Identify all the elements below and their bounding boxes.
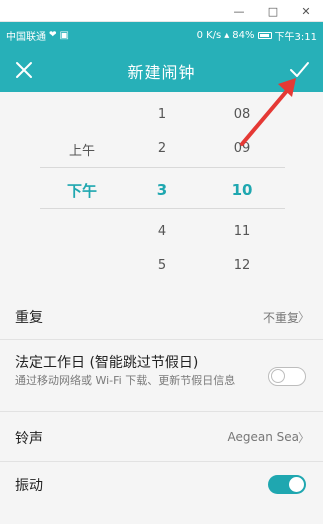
window-titlebar: — □ ✕ <box>0 0 323 22</box>
window-close-button[interactable]: ✕ <box>289 3 323 19</box>
chevron-right-icon: 〉 <box>297 431 310 445</box>
heart-icon: ❤ <box>49 30 57 40</box>
toggle-knob <box>289 477 304 492</box>
ringtone-value: Aegean Sea <box>227 430 299 444</box>
hour-option[interactable]: 2 <box>132 141 192 156</box>
minimize-button[interactable]: — <box>222 3 256 19</box>
minute-option[interactable]: 11 <box>212 224 272 239</box>
app-screen: — □ ✕ 中国联通 ❤ ▣ 0 K/s ▴ 84% 下午3:11 新建闹钟 上… <box>0 0 323 524</box>
battery-percent: 84% <box>232 29 255 41</box>
workday-label: 法定工作日 (智能跳过节假日) <box>15 355 199 371</box>
settings-list: 重复 不重复 〉 法定工作日 (智能跳过节假日) 通过移动网络或 Wi-Fi 下… <box>0 292 323 508</box>
status-bar: 中国联通 ❤ ▣ 0 K/s ▴ 84% 下午3:11 <box>0 22 323 48</box>
hour-selected[interactable]: 3 <box>132 181 192 199</box>
signal-icon: ▴ <box>224 29 230 41</box>
workday-subtitle: 通过移动网络或 Wi-Fi 下载、更新节假日信息 <box>15 374 236 387</box>
hour-option[interactable]: 5 <box>132 258 192 273</box>
battery-icon <box>257 31 272 39</box>
vibrate-row[interactable]: 振动 <box>0 462 323 508</box>
repeat-label: 重复 <box>15 310 43 326</box>
chevron-right-icon: 〉 <box>297 310 310 324</box>
ringtone-row[interactable]: 铃声 Aegean Sea 〉 <box>0 412 323 462</box>
workday-toggle[interactable] <box>268 367 306 386</box>
ampm-selected[interactable]: 下午 <box>52 180 112 201</box>
carrier-label: 中国联通 <box>6 31 46 43</box>
clock: 下午3:11 <box>274 31 317 43</box>
hour-option[interactable]: 1 <box>132 107 192 122</box>
hour-option[interactable]: 4 <box>132 224 192 239</box>
repeat-row[interactable]: 重复 不重复 〉 <box>0 292 323 340</box>
network-speed: 0 K/s <box>196 29 222 41</box>
picker-divider <box>40 208 285 209</box>
repeat-value: 不重复 <box>262 311 299 325</box>
toggle-knob <box>271 369 285 383</box>
vibrate-label: 振动 <box>15 478 43 494</box>
vibrate-toggle[interactable] <box>268 475 306 494</box>
ampm-option[interactable]: 上午 <box>52 140 112 159</box>
ringtone-label: 铃声 <box>15 431 43 447</box>
minute-option[interactable]: 12 <box>212 258 272 273</box>
notification-icon: ▣ <box>59 29 69 41</box>
picker-divider <box>40 167 285 168</box>
workday-row[interactable]: 法定工作日 (智能跳过节假日) 通过移动网络或 Wi-Fi 下载、更新节假日信息 <box>0 340 323 412</box>
minute-selected[interactable]: 10 <box>212 181 272 199</box>
annotation-arrow-icon <box>236 72 306 150</box>
maximize-button[interactable]: □ <box>256 3 290 19</box>
